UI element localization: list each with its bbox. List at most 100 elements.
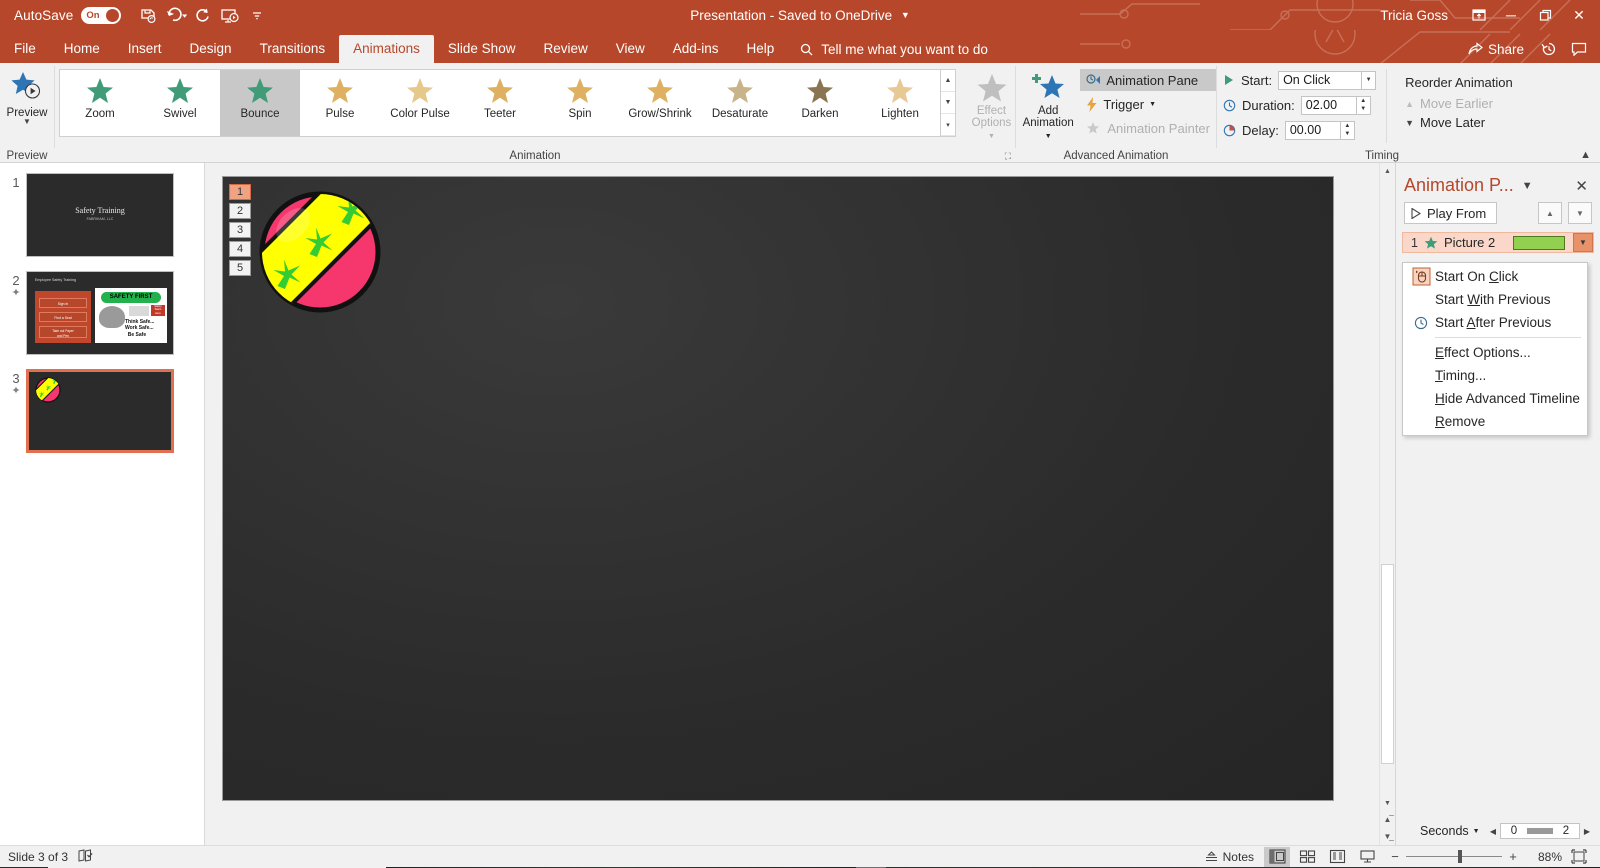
animation-pane-close-icon[interactable]: ✕: [1571, 177, 1592, 195]
animation-effect-color-pulse[interactable]: Color Pulse: [380, 70, 460, 136]
scroll-down-icon[interactable]: ▼: [1380, 795, 1395, 811]
move-down-button[interactable]: ▼: [1568, 202, 1592, 224]
slide-show-view-button[interactable]: [1354, 847, 1380, 867]
slide-thumbnail[interactable]: Employee Safety Training Sign In Find a Se…: [26, 271, 174, 355]
collapse-ribbon-icon[interactable]: ▲: [1580, 149, 1591, 161]
trigger-button[interactable]: Trigger ▼: [1080, 93, 1216, 115]
zoom-out-button[interactable]: −: [1390, 849, 1400, 864]
reading-view-button[interactable]: [1324, 847, 1350, 867]
tab-transitions[interactable]: Transitions: [246, 35, 340, 63]
start-dropdown-icon[interactable]: ▼: [1362, 70, 1377, 90]
move-later-button[interactable]: ▼ Move Later: [1397, 113, 1519, 132]
animation-order-tag[interactable]: 4: [229, 241, 251, 257]
minimize-button[interactable]: ─: [1494, 0, 1528, 30]
canvas-vertical-scrollbar[interactable]: ▲ ▼ ▲̅ ▼̲: [1379, 163, 1395, 845]
add-animation-button[interactable]: Add Animation ▼: [1020, 67, 1076, 143]
play-from-button[interactable]: Play From: [1404, 202, 1498, 224]
fit-to-window-button[interactable]: [1566, 847, 1592, 867]
tab-insert[interactable]: Insert: [114, 35, 176, 63]
animation-effect-grow-shrink[interactable]: Grow/Shrink: [620, 70, 700, 136]
animation-dialog-launcher[interactable]: ⛶: [1005, 151, 1011, 162]
tab-animations[interactable]: Animations: [339, 35, 434, 63]
tell-me-search[interactable]: Tell me what you want to do: [788, 35, 988, 63]
normal-view-button[interactable]: [1264, 846, 1290, 867]
slide-thumbnail[interactable]: [26, 369, 174, 453]
context-menu-item-start-on-click[interactable]: Start On Click: [1403, 265, 1587, 288]
timeline-scale[interactable]: 0 2: [1500, 823, 1580, 839]
save-icon[interactable]: [135, 2, 162, 28]
next-slide-button[interactable]: ▼̲: [1380, 828, 1395, 845]
timeline-scroll-right-icon[interactable]: ▶: [1580, 827, 1594, 836]
animation-effect-swivel[interactable]: Swivel: [140, 70, 220, 136]
animation-item-dropdown-icon[interactable]: ▼: [1573, 233, 1593, 252]
zoom-thumb[interactable]: [1458, 850, 1462, 863]
notes-button[interactable]: Notes: [1199, 849, 1260, 865]
delay-stepper[interactable]: ▲ ▼: [1340, 120, 1355, 140]
zoom-slider[interactable]: − +: [1390, 849, 1518, 864]
context-menu-item-hide-advanced-timeline[interactable]: Hide Advanced Timeline: [1403, 387, 1587, 410]
context-menu-item-start-after-previous[interactable]: Start After Previous: [1403, 311, 1587, 334]
scroll-up-icon[interactable]: ▲: [1380, 163, 1395, 179]
tab-home[interactable]: Home: [50, 35, 114, 63]
animation-pane-options-icon[interactable]: ▼: [1522, 180, 1533, 192]
undo-icon[interactable]: [162, 2, 189, 28]
tab-view[interactable]: View: [602, 35, 659, 63]
animation-effect-pulse[interactable]: Pulse: [300, 70, 380, 136]
context-menu-item-start-with-previous[interactable]: Start With Previous: [1403, 288, 1587, 311]
beach-ball-image[interactable]: [257, 189, 383, 315]
tab-add-ins[interactable]: Add-ins: [659, 35, 733, 63]
zoom-level-label[interactable]: 88%: [1528, 850, 1562, 864]
preview-button[interactable]: Preview ▼: [0, 67, 54, 126]
ribbon-display-options-icon[interactable]: [1464, 0, 1494, 30]
animation-list-item[interactable]: 1 Picture 2 ▼: [1402, 232, 1594, 253]
tab-review[interactable]: Review: [529, 35, 601, 63]
scrollbar-thumb[interactable]: [1381, 564, 1394, 764]
gallery-more-icon[interactable]: ▾: [941, 114, 955, 136]
duration-input[interactable]: 02.00: [1300, 95, 1357, 115]
slide-editing-surface[interactable]: 1 2 3 4 5: [222, 176, 1334, 801]
context-menu-item-timing[interactable]: Timing...: [1403, 364, 1587, 387]
accessibility-checker-icon[interactable]: [78, 848, 93, 865]
tab-design[interactable]: Design: [176, 35, 246, 63]
version-history-icon[interactable]: [1534, 35, 1564, 63]
move-up-button[interactable]: ▲: [1538, 202, 1562, 224]
animation-effect-zoom[interactable]: Zoom: [60, 70, 140, 136]
gallery-scroll-up-icon[interactable]: ▲: [941, 70, 955, 92]
duration-stepper[interactable]: ▲ ▼: [1356, 95, 1371, 115]
slide-sorter-view-button[interactable]: [1294, 847, 1320, 867]
zoom-track[interactable]: [1406, 850, 1502, 863]
zoom-in-button[interactable]: +: [1508, 849, 1518, 864]
autosave-toggle[interactable]: On: [81, 6, 122, 24]
animation-effect-bounce[interactable]: Bounce: [220, 70, 300, 136]
context-menu-item-remove[interactable]: Remove: [1403, 410, 1587, 433]
close-button[interactable]: ✕: [1562, 0, 1596, 30]
animation-timeline-bar[interactable]: [1513, 235, 1566, 250]
animation-effect-teeter[interactable]: Teeter: [460, 70, 540, 136]
start-select[interactable]: On Click: [1278, 70, 1363, 90]
timeline-scroll-left-icon[interactable]: ◀: [1486, 827, 1500, 836]
redo-icon[interactable]: [189, 2, 216, 28]
preview-dropdown-icon[interactable]: ▼: [23, 118, 31, 126]
delay-input[interactable]: 00.00: [1284, 120, 1341, 140]
scrollbar-track[interactable]: [1380, 179, 1395, 795]
user-name[interactable]: Tricia Goss: [1380, 8, 1448, 23]
animation-order-tag[interactable]: 5: [229, 260, 251, 276]
seconds-dropdown[interactable]: Seconds ▼: [1420, 824, 1480, 838]
animation-order-tag[interactable]: 1: [229, 184, 251, 200]
context-menu-item-effect-options[interactable]: Effect Options...: [1403, 341, 1587, 364]
animation-pane-button[interactable]: Animation Pane: [1080, 69, 1216, 91]
slide-thumbnail[interactable]: Safety Training FABRIKAM, LLC: [26, 173, 174, 257]
comments-icon[interactable]: [1564, 35, 1594, 63]
customize-qat-icon[interactable]: [243, 2, 270, 28]
tab-file[interactable]: File: [0, 35, 50, 63]
gallery-scroll-down-icon[interactable]: ▼: [941, 92, 955, 114]
animation-effect-lighten[interactable]: Lighten: [860, 70, 940, 136]
title-dropdown-icon[interactable]: ▼: [901, 10, 910, 20]
animation-effect-spin[interactable]: Spin: [540, 70, 620, 136]
tab-slide-show[interactable]: Slide Show: [434, 35, 530, 63]
slide-counter[interactable]: Slide 3 of 3: [8, 850, 68, 864]
start-from-beginning-icon[interactable]: [216, 2, 243, 28]
previous-slide-button[interactable]: ▲̅: [1380, 811, 1395, 828]
animation-effect-darken[interactable]: Darken: [780, 70, 860, 136]
restore-button[interactable]: [1528, 0, 1562, 30]
